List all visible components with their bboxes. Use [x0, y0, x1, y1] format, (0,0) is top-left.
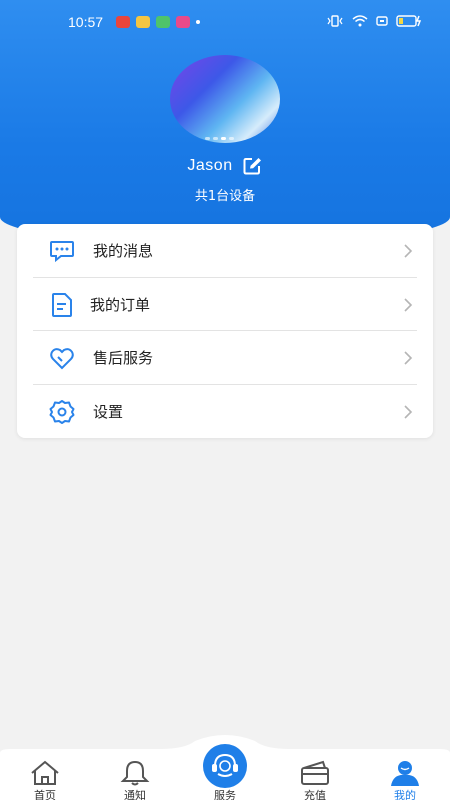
menu-item-label: 设置	[93, 403, 124, 421]
chevron-right-icon	[404, 298, 413, 312]
device-count: 共1台设备	[194, 189, 256, 204]
wifi-icon	[352, 15, 368, 27]
sim-icon	[376, 16, 388, 26]
edit-icon[interactable]	[243, 157, 263, 175]
tab-home[interactable]: 首页	[15, 760, 75, 800]
vibrate-icon	[327, 15, 343, 27]
heart-service-icon	[50, 348, 74, 370]
chevron-right-icon	[404, 244, 413, 258]
gear-icon	[49, 400, 75, 424]
notification-icons	[116, 16, 200, 28]
status-time: 10:57	[68, 14, 104, 30]
tab-recharge[interactable]: 充值	[285, 760, 345, 800]
system-icons	[326, 15, 422, 27]
status-bar: 10:57	[0, 0, 450, 44]
message-icon	[50, 241, 74, 263]
more-dot-icon	[196, 20, 200, 24]
tab-label: 通知	[124, 789, 146, 800]
tab-label: 充值	[304, 789, 326, 800]
tab-service[interactable]: 服务	[195, 760, 255, 800]
menu-item-after-sales[interactable]: 售后服务	[33, 331, 417, 384]
app-notification-icon	[136, 16, 150, 28]
avatar-page-dots	[205, 137, 234, 140]
bell-icon	[120, 760, 150, 786]
menu-item-label: 我的订单	[90, 296, 151, 314]
menu-item-settings[interactable]: 设置	[33, 385, 417, 438]
chevron-right-icon	[404, 405, 413, 419]
app-notification-icon	[156, 16, 170, 28]
tab-label: 服务	[214, 789, 236, 800]
app-notification-icon	[176, 16, 190, 28]
menu-card: 我的消息 我的订单 售后服务 设置	[17, 224, 433, 438]
username-row: Jason	[0, 157, 450, 175]
menu-item-orders[interactable]: 我的订单	[33, 278, 417, 331]
tab-mine[interactable]: 我的	[375, 760, 435, 800]
chevron-right-icon	[404, 351, 413, 365]
tab-label: 我的	[394, 789, 416, 800]
menu-item-label: 我的消息	[93, 242, 154, 260]
wallet-icon	[301, 760, 329, 785]
menu-item-label: 售后服务	[93, 349, 154, 367]
tab-notifications[interactable]: 通知	[105, 760, 165, 800]
user-icon	[391, 761, 419, 786]
avatar[interactable]	[170, 55, 280, 143]
app-notification-icon	[116, 16, 130, 28]
order-icon	[52, 293, 72, 317]
tab-label: 首页	[34, 789, 56, 800]
menu-item-messages[interactable]: 我的消息	[33, 224, 417, 277]
battery-icon	[396, 15, 422, 27]
home-icon	[31, 760, 59, 785]
tab-bar: 首页 通知 服务 充值 我的	[0, 738, 450, 800]
username: Jason	[187, 157, 233, 174]
